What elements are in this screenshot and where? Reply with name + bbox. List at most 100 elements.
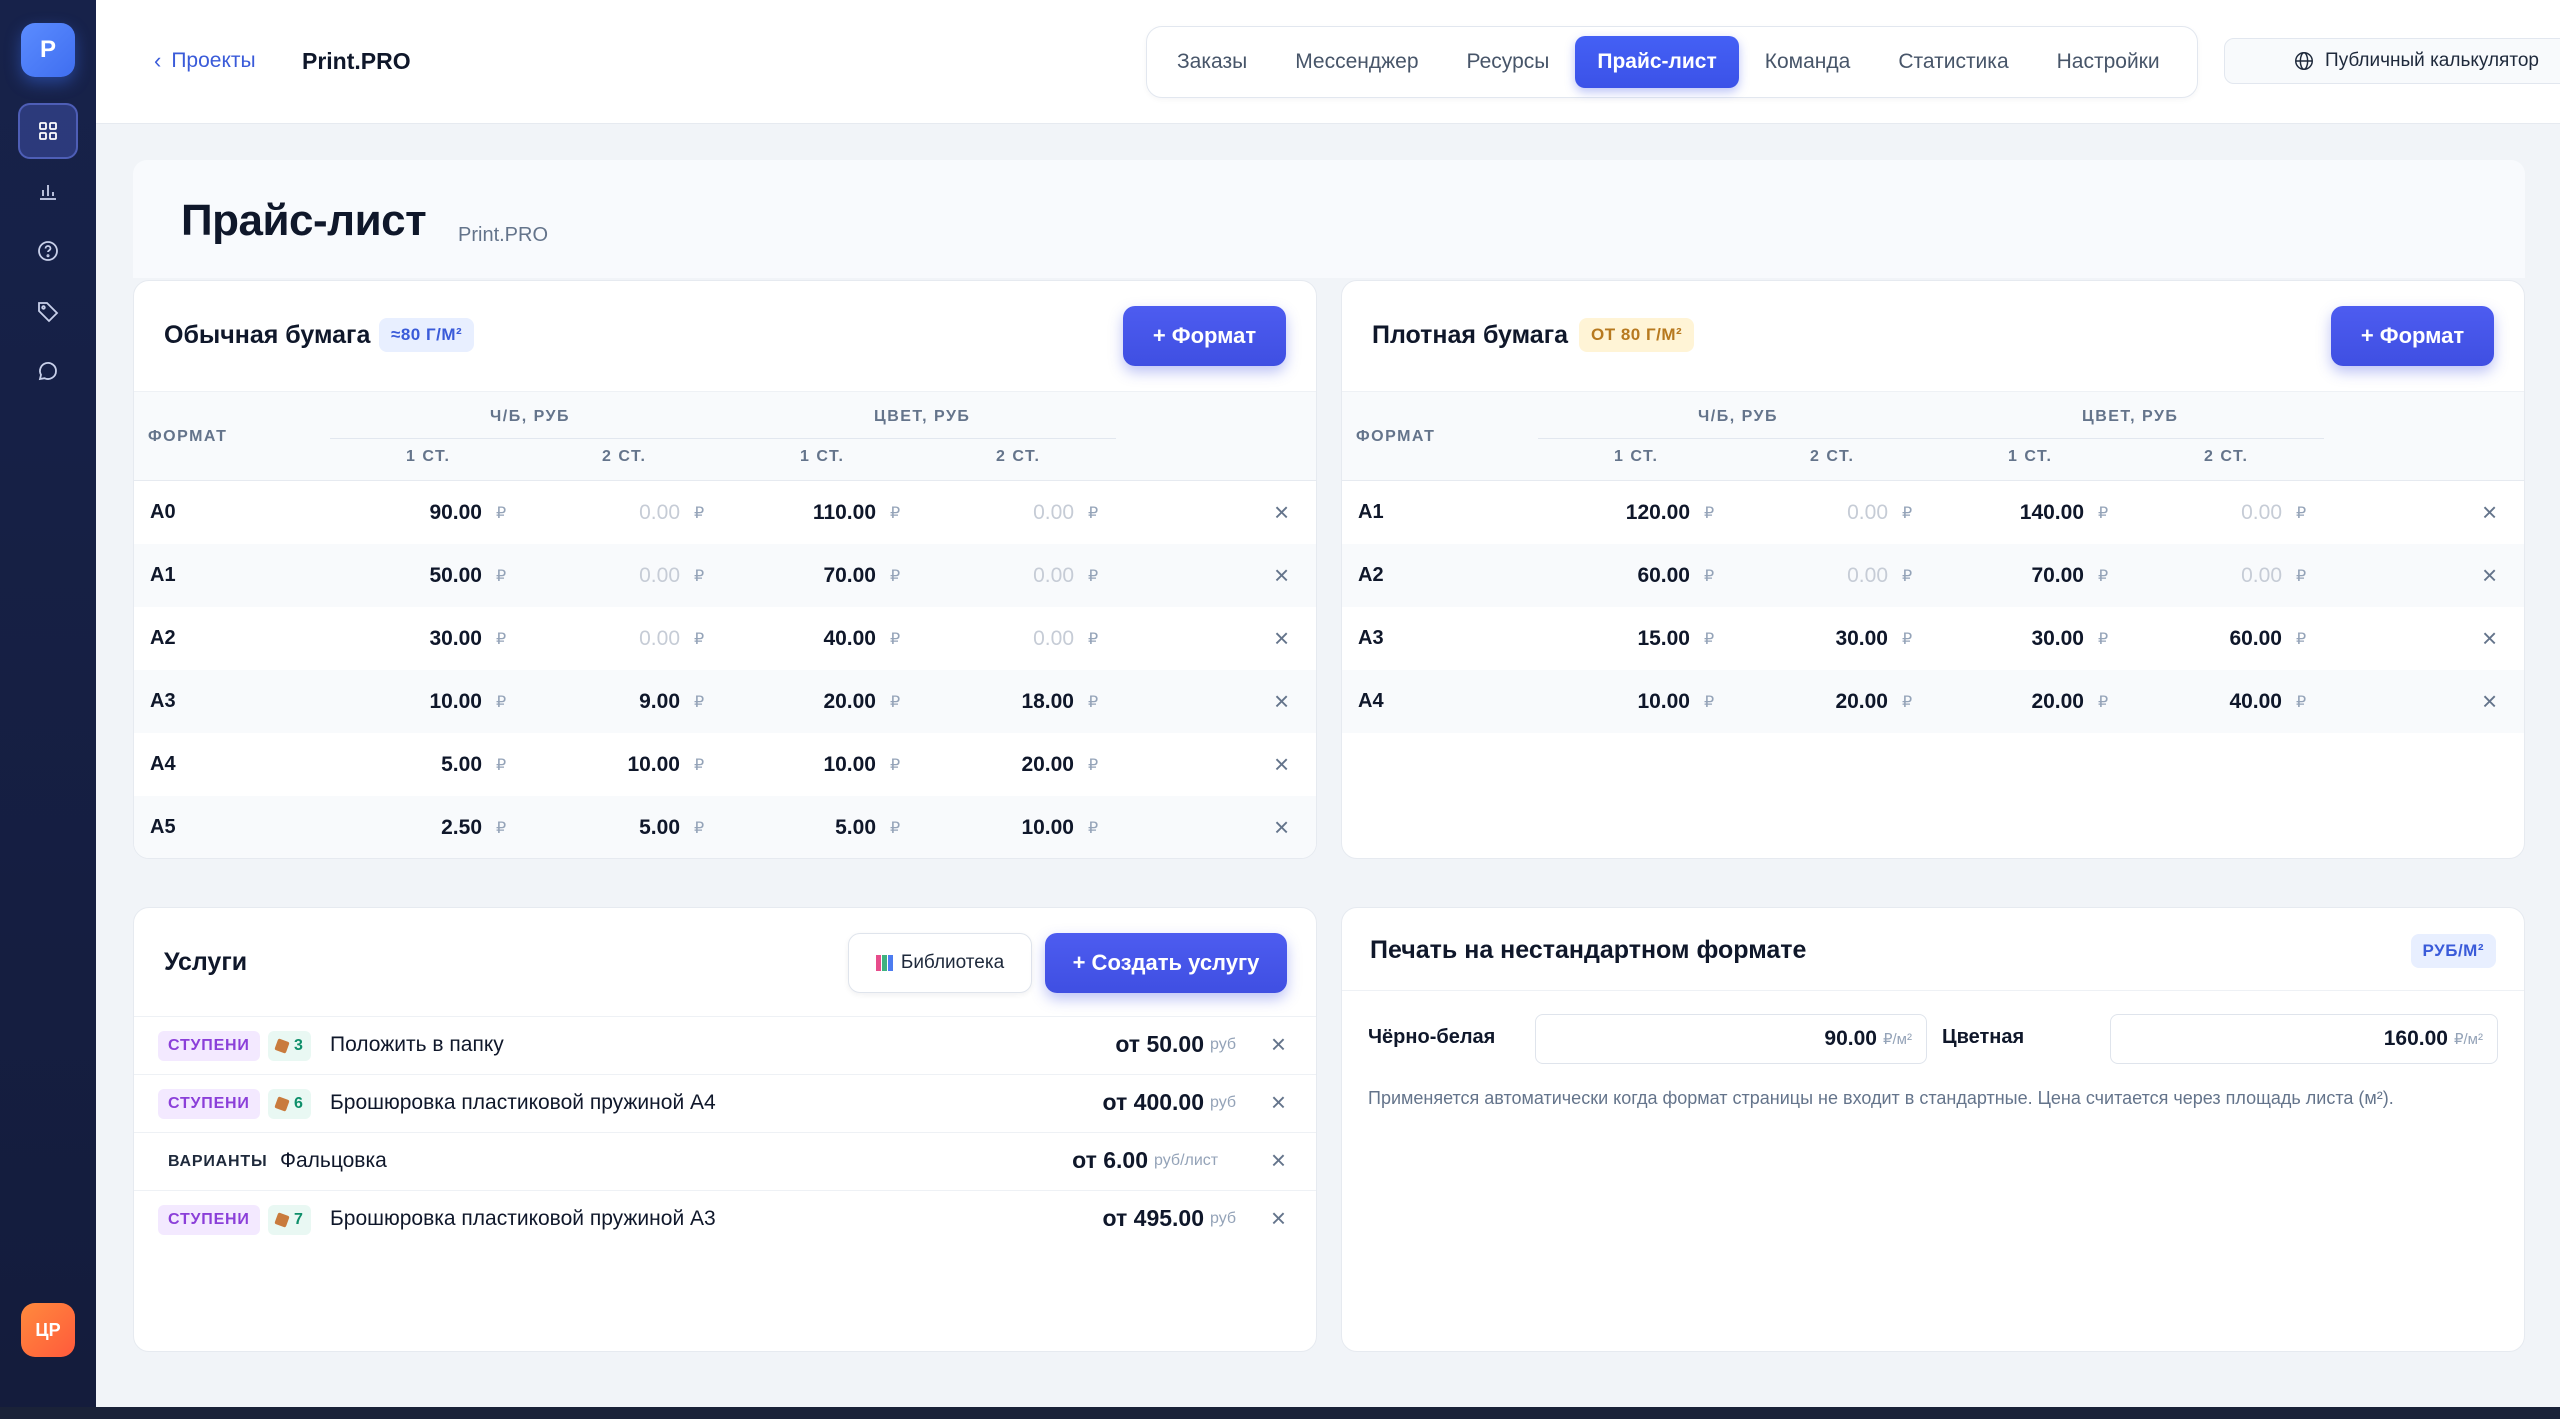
price-c2[interactable]: 40.00 [2229, 690, 2282, 714]
price-bw1[interactable]: 50.00 [429, 564, 482, 588]
service-type-badge: ВАРИАНТЫ [168, 1153, 268, 1170]
delete-row-icon[interactable]: × [1274, 812, 1289, 843]
delete-service-icon[interactable]: × [1271, 1203, 1286, 1234]
sidebar-item-tags[interactable] [18, 283, 78, 339]
price-bw2[interactable]: 0.00 [1847, 501, 1888, 525]
app-logo[interactable]: P [21, 23, 75, 77]
message-icon [38, 362, 57, 381]
color-price-value: 160.00 [2383, 1027, 2448, 1050]
price-bw2[interactable]: 5.00 [639, 816, 680, 840]
library-button[interactable]: Библиотека [848, 933, 1032, 993]
price-c2[interactable]: 10.00 [1021, 816, 1074, 840]
tab-resources[interactable]: Ресурсы [1445, 36, 1572, 88]
price-c1[interactable]: 10.00 [823, 753, 876, 777]
currency-symbol: ₽ [694, 631, 705, 648]
tab-statistics[interactable]: Статистика [1876, 36, 2030, 88]
tab-team[interactable]: Команда [1743, 36, 1873, 88]
price-c1[interactable]: 110.00 [813, 501, 876, 525]
delete-row-icon[interactable]: × [2482, 560, 2497, 591]
sidebar-item-help[interactable] [18, 223, 78, 279]
bw-price-label: Чёрно-белая [1368, 1026, 1496, 1048]
delete-row-icon[interactable]: × [1274, 623, 1289, 654]
price-bw2[interactable]: 0.00 [1847, 564, 1888, 588]
bw-price-input[interactable]: 90.00 ₽/м² [1535, 1014, 1927, 1064]
tab-settings[interactable]: Настройки [2035, 36, 2182, 88]
price-row: A3 10.00 ₽9.00 ₽20.00 ₽18.00 ₽ × [134, 670, 1316, 733]
price-bw2[interactable]: 30.00 [1835, 627, 1888, 651]
price-bw1[interactable]: 30.00 [429, 627, 482, 651]
currency-symbol: ₽ [496, 505, 507, 522]
price-bw1[interactable]: 60.00 [1637, 564, 1690, 588]
currency-symbol: ₽ [1704, 694, 1715, 711]
price-c1[interactable]: 40.00 [823, 627, 876, 651]
tab-orders[interactable]: Заказы [1155, 36, 1269, 88]
sidebar-item-dashboard[interactable] [18, 103, 78, 159]
price-c1[interactable]: 70.00 [2031, 564, 2084, 588]
add-plain-format-button[interactable]: + Формат [1123, 306, 1286, 366]
currency-symbol: ₽ [890, 820, 901, 837]
price-c2[interactable]: 0.00 [2241, 564, 2282, 588]
delete-row-icon[interactable]: × [1274, 497, 1289, 528]
price-bw2[interactable]: 9.00 [639, 690, 680, 714]
public-calculator-button[interactable]: Публичный калькулятор [2224, 38, 2560, 84]
public-calculator-label: Публичный калькулятор [2325, 50, 2539, 71]
currency-symbol: ₽ [1088, 505, 1099, 522]
price-c2[interactable]: 20.00 [1021, 753, 1074, 777]
bar-chart-icon [40, 185, 56, 200]
price-c1[interactable]: 30.00 [2031, 627, 2084, 651]
column-header-color-2: 2 СТ. [2204, 448, 2249, 465]
price-c2[interactable]: 0.00 [2241, 501, 2282, 525]
price-c1[interactable]: 20.00 [823, 690, 876, 714]
price-c1[interactable]: 20.00 [2031, 690, 2084, 714]
service-row[interactable]: СТУПЕНИ 6 Брошюровка пластиковой пружиной … [134, 1074, 1316, 1132]
price-c1[interactable]: 5.00 [835, 816, 876, 840]
price-row: A4 5.00 ₽10.00 ₽10.00 ₽20.00 ₽ × [134, 733, 1316, 796]
add-dense-format-button[interactable]: + Формат [2331, 306, 2494, 366]
price-bw2[interactable]: 20.00 [1835, 690, 1888, 714]
price-c2[interactable]: 60.00 [2229, 627, 2282, 651]
service-row[interactable]: СТУПЕНИ 3 Положить в папку от 50.00 руб × [134, 1016, 1316, 1074]
price-bw1[interactable]: 90.00 [429, 501, 482, 525]
delete-service-icon[interactable]: × [1271, 1029, 1286, 1060]
delete-row-icon[interactable]: × [2482, 686, 2497, 717]
sidebar-item-stats[interactable] [18, 163, 78, 219]
price-bw1[interactable]: 120.00 [1626, 501, 1690, 525]
sidebar-item-chat[interactable] [18, 343, 78, 399]
price-bw1[interactable]: 2.50 [441, 816, 482, 840]
price-row: A5 2.50 ₽5.00 ₽5.00 ₽10.00 ₽ × [134, 796, 1316, 858]
delete-row-icon[interactable]: × [1274, 749, 1289, 780]
row-format: A3 [150, 690, 176, 712]
tab-price-list[interactable]: Прайс-лист [1575, 36, 1739, 88]
cube-icon [274, 1212, 290, 1228]
price-bw2[interactable]: 0.00 [639, 627, 680, 651]
price-bw2[interactable]: 0.00 [639, 501, 680, 525]
price-bw1[interactable]: 10.00 [1637, 690, 1690, 714]
delete-row-icon[interactable]: × [2482, 623, 2497, 654]
price-c2[interactable]: 0.00 [1033, 501, 1074, 525]
price-bw1[interactable]: 10.00 [429, 690, 482, 714]
color-price-input[interactable]: 160.00 ₽/м² [2110, 1014, 2498, 1064]
price-bw1[interactable]: 5.00 [441, 753, 482, 777]
price-c1[interactable]: 140.00 [2020, 501, 2084, 525]
delete-row-icon[interactable]: × [1274, 560, 1289, 591]
column-group-bw: Ч/Б, РУБ [490, 408, 570, 425]
cube-icon [274, 1096, 290, 1112]
price-bw1[interactable]: 15.00 [1637, 627, 1690, 651]
delete-row-icon[interactable]: × [1274, 686, 1289, 717]
service-row[interactable]: СТУПЕНИ 7 Брошюровка пластиковой пружиной … [134, 1190, 1316, 1248]
tab-messenger[interactable]: Мессенджер [1273, 36, 1440, 88]
currency-symbol: ₽ [496, 568, 507, 585]
user-avatar[interactable]: ЦР [21, 1303, 75, 1357]
delete-row-icon[interactable]: × [2482, 497, 2497, 528]
service-row[interactable]: ВАРИАНТЫ Фальцовка от 6.00 руб/лист × [134, 1132, 1316, 1190]
back-to-projects-link[interactable]: ‹ Проекты [154, 48, 256, 74]
price-bw2[interactable]: 10.00 [627, 753, 680, 777]
price-c2[interactable]: 0.00 [1033, 627, 1074, 651]
delete-service-icon[interactable]: × [1271, 1145, 1286, 1176]
create-service-button[interactable]: + Создать услугу [1045, 933, 1287, 993]
delete-service-icon[interactable]: × [1271, 1087, 1286, 1118]
price-bw2[interactable]: 0.00 [639, 564, 680, 588]
price-c1[interactable]: 70.00 [823, 564, 876, 588]
price-c2[interactable]: 0.00 [1033, 564, 1074, 588]
price-c2[interactable]: 18.00 [1021, 690, 1074, 714]
